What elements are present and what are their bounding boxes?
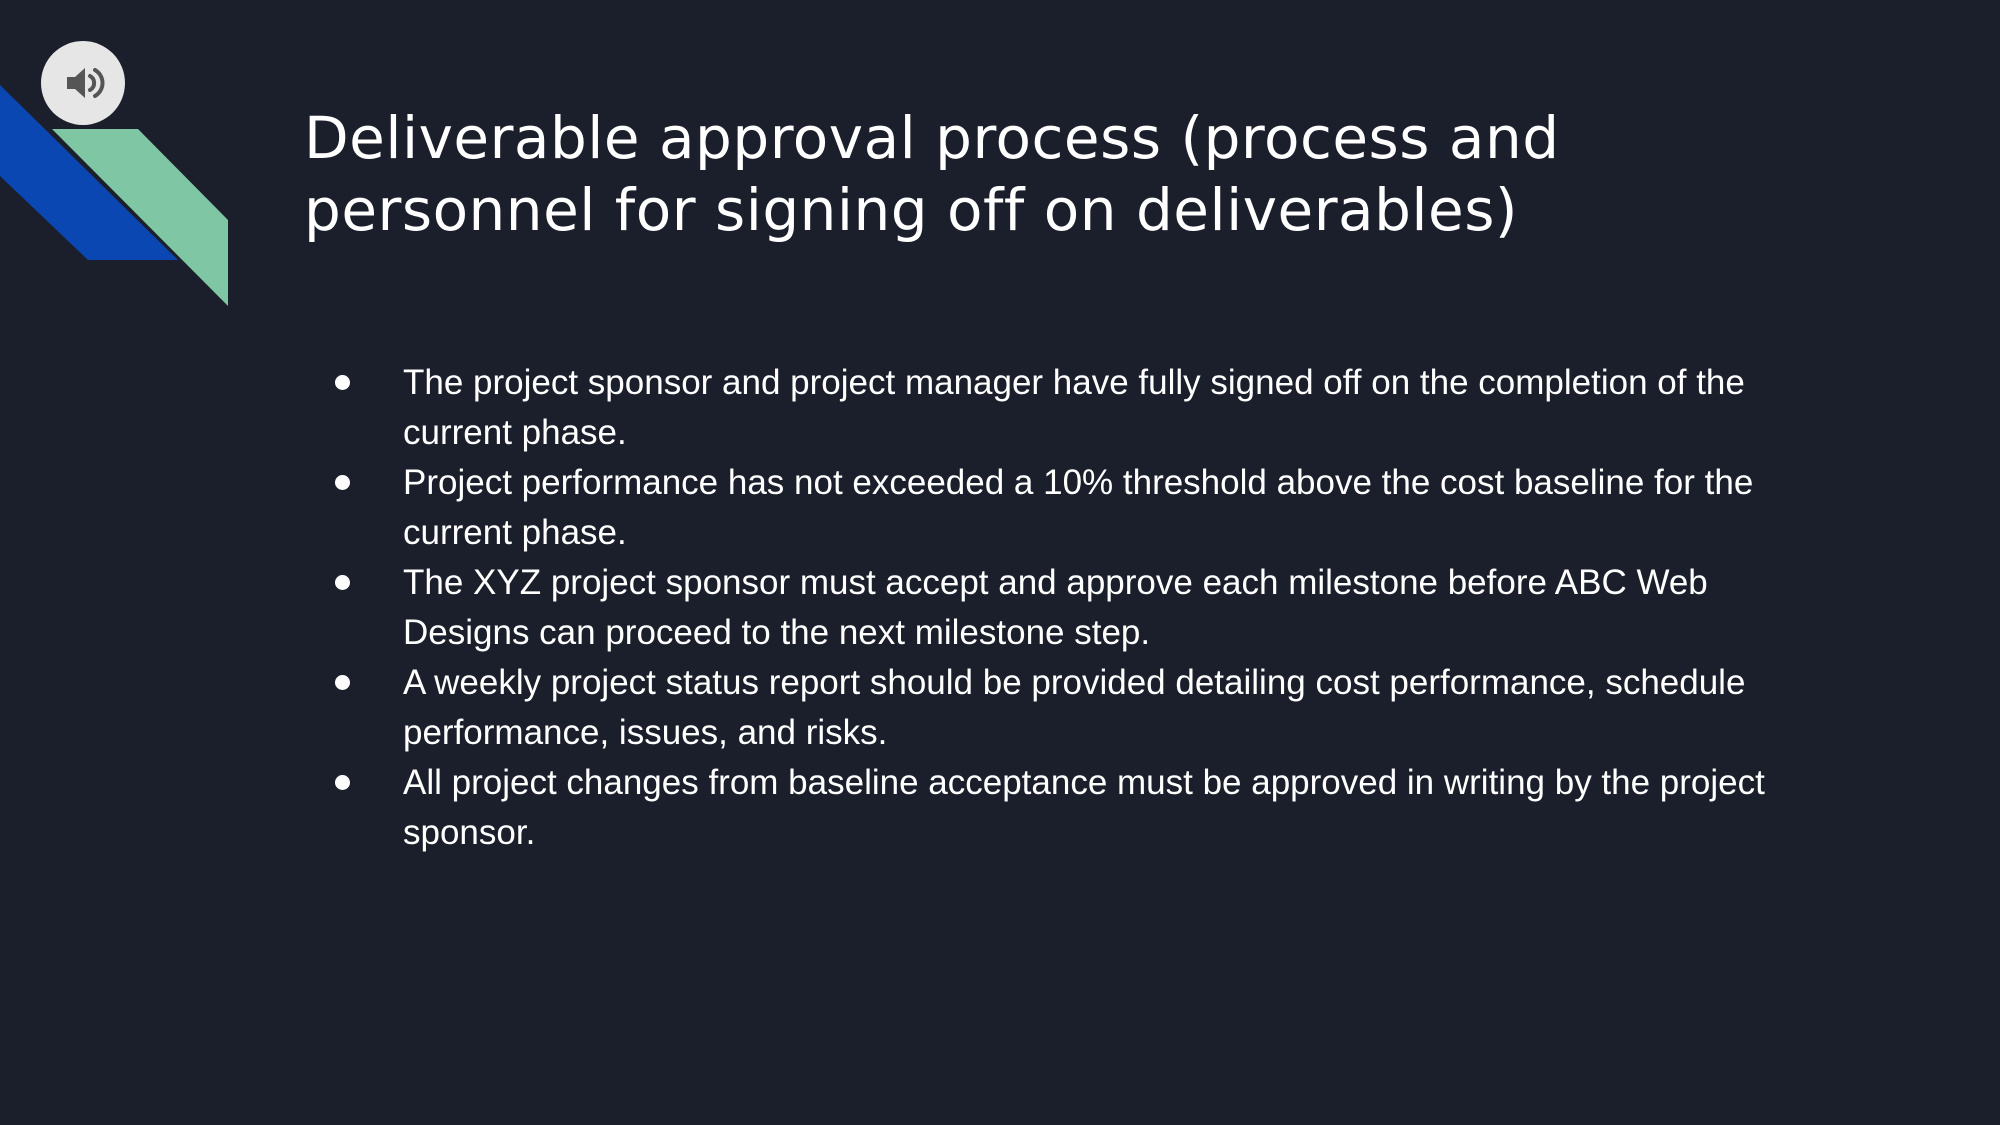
slide: Deliverable approval process (process an… — [0, 0, 2000, 1125]
audio-play-button[interactable] — [41, 41, 125, 125]
bullet-item: The XYZ project sponsor must accept and … — [330, 558, 1800, 658]
bullet-text: All project changes from baseline accept… — [403, 763, 1765, 852]
bullet-text: The XYZ project sponsor must accept and … — [403, 563, 1708, 652]
slide-title: Deliverable approval process (process an… — [304, 104, 1560, 244]
speaker-icon — [67, 68, 105, 98]
bullet-item: The project sponsor and project manager … — [330, 358, 1800, 458]
bullet-item: A weekly project status report should be… — [330, 658, 1800, 758]
bullet-item: Project performance has not exceeded a 1… — [330, 458, 1800, 558]
bullet-text: Project performance has not exceeded a 1… — [403, 463, 1754, 552]
bullet-dot — [335, 375, 350, 390]
decorative-stripes — [0, 85, 228, 306]
bullet-dot — [335, 475, 350, 490]
bullet-dot — [335, 675, 350, 690]
bullet-dot — [335, 575, 350, 590]
bullet-text: The project sponsor and project manager … — [403, 363, 1745, 452]
bullet-list: The project sponsor and project manager … — [330, 358, 1800, 858]
bullet-dot — [335, 775, 350, 790]
bullet-text: A weekly project status report should be… — [403, 663, 1746, 752]
bullet-item: All project changes from baseline accept… — [330, 758, 1800, 858]
